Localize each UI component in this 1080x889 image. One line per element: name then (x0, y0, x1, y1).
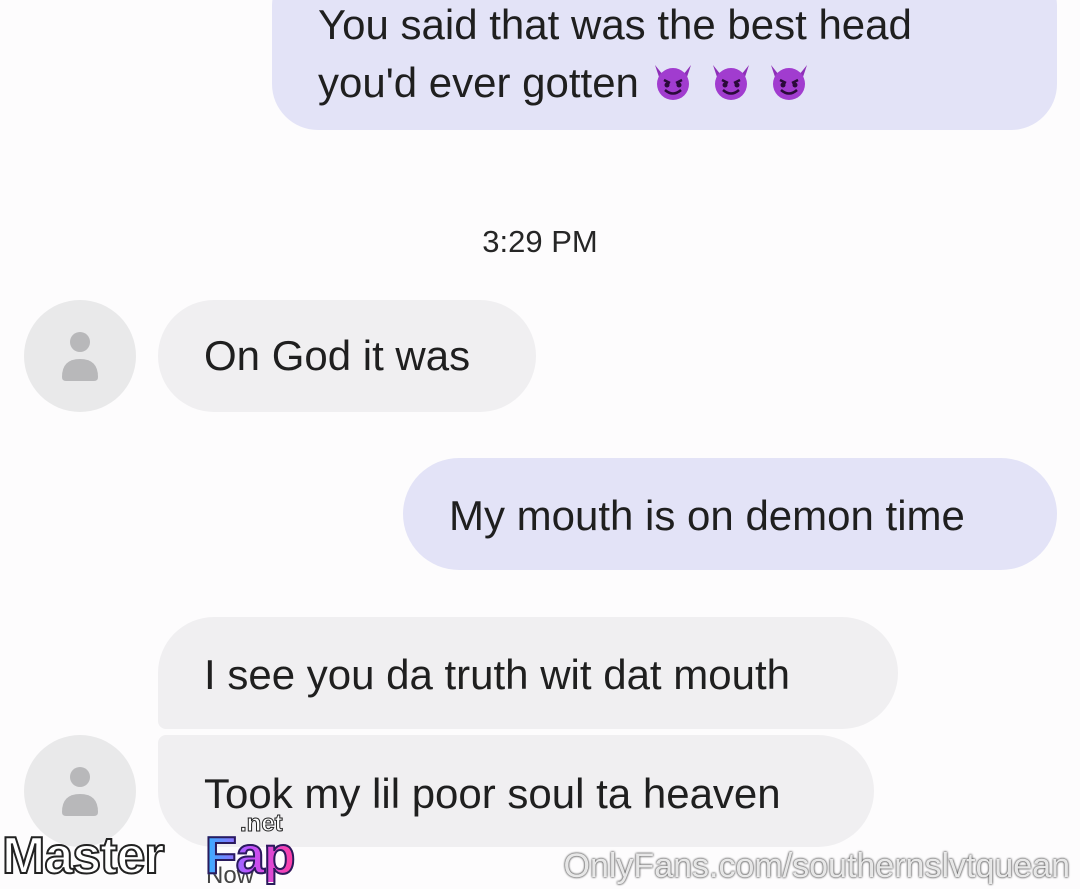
watermark-url: OnlyFans.com/southernslvtquean (563, 847, 1070, 885)
outgoing-message-bubble[interactable]: My mouth is on demon time (403, 458, 1057, 570)
person-icon (62, 767, 98, 816)
smiling-devil-icon (765, 61, 813, 101)
message-text: You said that was the best head you'd ev… (318, 1, 912, 106)
smiling-devil-icon (707, 61, 755, 101)
smiling-devil-icon (649, 61, 697, 101)
watermark-logo: Master Fap .net (0, 810, 310, 887)
logo-text-master: Master (1, 827, 166, 885)
incoming-message-bubble[interactable]: On God it was (158, 300, 536, 412)
message-text: I see you da truth wit dat mouth (204, 651, 790, 698)
outgoing-message-bubble[interactable]: You said that was the best head you'd ev… (272, 0, 1057, 130)
incoming-message-bubble[interactable]: I see you da truth wit dat mouth (158, 617, 898, 729)
message-text: My mouth is on demon time (449, 492, 965, 539)
message-text: On God it was (204, 332, 471, 379)
contact-avatar[interactable] (24, 300, 136, 412)
logo-text-net: .net (240, 810, 284, 837)
logo-text-fap: Fap (204, 827, 296, 885)
message-timestamp: 3:29 PM (482, 224, 598, 259)
message-text: Took my lil poor soul ta heaven (204, 770, 781, 817)
person-icon (62, 332, 98, 381)
